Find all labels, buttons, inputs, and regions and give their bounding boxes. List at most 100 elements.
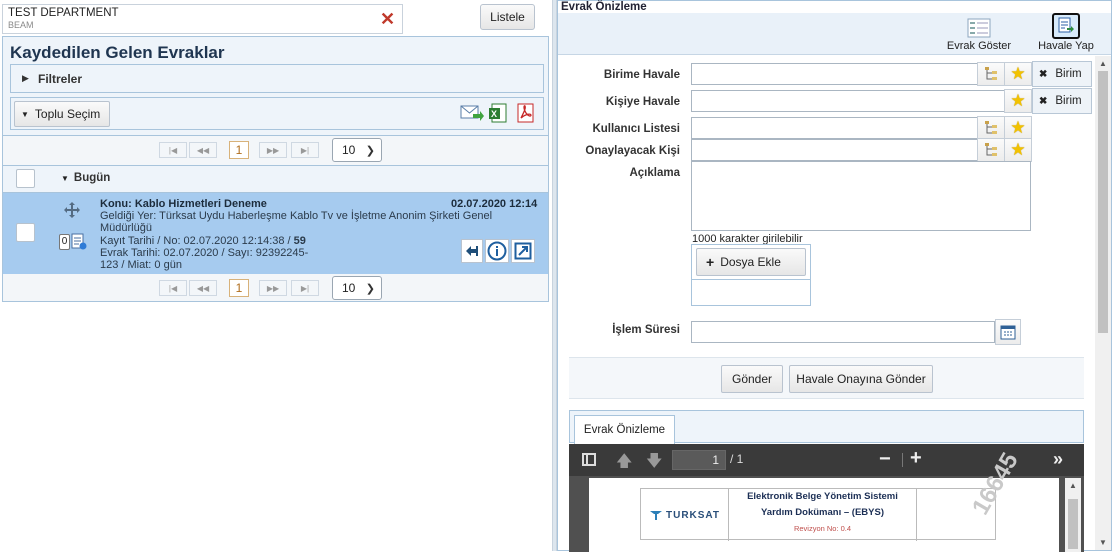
scroll-up-icon[interactable]: ▲ bbox=[1095, 59, 1111, 68]
forward-button[interactable]: Havale Yap bbox=[1033, 13, 1099, 55]
document-view-icon bbox=[967, 18, 991, 38]
list-button[interactable]: Listele bbox=[480, 4, 535, 30]
user-tree-button[interactable] bbox=[977, 116, 1005, 140]
user-list-label: Kullanıcı Listesi bbox=[592, 123, 680, 135]
approver-label: Onaylayacak Kişi bbox=[585, 145, 680, 157]
document-doc-number: 123 / Miat: 0 gün bbox=[100, 259, 182, 271]
open-external-button[interactable] bbox=[511, 239, 535, 263]
zoom-in-icon[interactable]: + bbox=[910, 447, 922, 470]
approver-input[interactable] bbox=[691, 139, 978, 161]
pdf-export-icon[interactable] bbox=[516, 102, 536, 124]
add-file-label: Dosya Ekle bbox=[720, 255, 781, 269]
brand-name: TURKSAT bbox=[665, 509, 721, 521]
sidebar-toggle-icon[interactable] bbox=[582, 453, 596, 466]
document-source: Geldiği Yer: Türksat Uydu Haberleşme Kab… bbox=[100, 210, 493, 234]
first-page-button[interactable]: |◀ bbox=[159, 280, 187, 296]
page-size-value: 10 bbox=[342, 143, 356, 157]
prev-page-button[interactable]: ◀◀ bbox=[189, 142, 217, 158]
forward-document-icon bbox=[1052, 13, 1080, 39]
clear-icon[interactable]: ✕ bbox=[380, 10, 395, 28]
last-page-button[interactable]: ▶| bbox=[291, 280, 319, 296]
svg-text:X: X bbox=[491, 109, 497, 119]
page-number-input[interactable]: 1 bbox=[672, 450, 726, 470]
more-tools-icon[interactable]: » bbox=[1053, 449, 1063, 470]
info-button[interactable] bbox=[485, 239, 509, 263]
star-icon: ★ bbox=[1010, 64, 1026, 83]
department-selector[interactable]: TEST DEPARTMENT BEAM ✕ bbox=[2, 4, 403, 34]
tree-icon bbox=[985, 143, 997, 156]
page-total: / 1 bbox=[730, 452, 744, 466]
pdf-viewer: 🡅 🡇 1 / 1 − + » TURKSAT Elektronik Belge… bbox=[569, 444, 1084, 552]
drag-handle-icon[interactable] bbox=[64, 202, 80, 218]
current-page[interactable]: 1 bbox=[229, 279, 249, 297]
tab-document-preview[interactable]: Evrak Önizleme bbox=[574, 415, 675, 444]
process-time-label: İşlem Süresi bbox=[612, 324, 680, 336]
row-checkbox[interactable] bbox=[16, 223, 35, 242]
user-favorite-button[interactable]: ★ bbox=[1004, 116, 1032, 140]
description-textarea[interactable] bbox=[691, 161, 1031, 231]
person-remove-button[interactable]: ✖ Birim bbox=[1032, 88, 1092, 114]
add-file-button[interactable]: + Dosya Ekle bbox=[696, 248, 806, 276]
scroll-thumb[interactable] bbox=[1098, 71, 1108, 333]
scroll-up-icon[interactable]: ▲ bbox=[1065, 481, 1081, 490]
pdf-scrollbar[interactable]: ▲ bbox=[1065, 478, 1081, 552]
page-size-select[interactable]: 10 ❯ bbox=[332, 276, 382, 300]
doc-title-cell: Elektronik Belge Yönetim Sistemi Yardım … bbox=[729, 489, 917, 541]
external-link-icon bbox=[514, 242, 532, 260]
email-export-icon[interactable] bbox=[460, 102, 484, 124]
bulk-select-button[interactable]: ▼ Toplu Seçim bbox=[14, 101, 110, 127]
brand-cell: TURKSAT bbox=[641, 489, 729, 541]
attachment-badge[interactable]: 0 bbox=[59, 233, 87, 251]
zoom-out-icon[interactable]: − bbox=[879, 448, 891, 471]
calendar-button[interactable] bbox=[995, 319, 1021, 345]
first-page-button[interactable]: |◀ bbox=[159, 142, 187, 158]
person-favorite-button[interactable]: ★ bbox=[1004, 89, 1032, 113]
excel-export-icon[interactable]: X bbox=[488, 102, 508, 124]
current-page[interactable]: 1 bbox=[229, 141, 249, 159]
approver-favorite-button[interactable]: ★ bbox=[1004, 138, 1032, 162]
doc-header-box: TURKSAT Elektronik Belge Yönetim Sistemi… bbox=[640, 488, 996, 541]
document-row[interactable]: 0 Konu: Kablo Hizmetleri Deneme 02.07.20… bbox=[2, 193, 549, 274]
send-bar: Gönder Havale Onayına Gönder bbox=[569, 357, 1084, 399]
group-toggle[interactable]: ▼ Bugün bbox=[61, 172, 110, 184]
unit-favorite-button[interactable]: ★ bbox=[1004, 62, 1032, 86]
send-button[interactable]: Gönder bbox=[721, 365, 783, 393]
next-page-icon[interactable]: 🡇 bbox=[646, 450, 662, 477]
pdf-page: TURKSAT Elektronik Belge Yönetim Sistemi… bbox=[589, 448, 1059, 552]
main-scrollbar[interactable]: ▲ ▼ bbox=[1095, 56, 1111, 550]
select-all-checkbox[interactable] bbox=[16, 169, 35, 188]
show-document-button[interactable]: Evrak Göster bbox=[944, 18, 1014, 54]
row-actions bbox=[461, 239, 535, 263]
user-list-input[interactable] bbox=[691, 117, 978, 139]
document-subject: Konu: Kablo Hizmetleri Deneme bbox=[100, 198, 267, 210]
person-forward-input[interactable] bbox=[691, 90, 1005, 112]
filters-label: Filtreler bbox=[38, 72, 83, 86]
unit-forward-label: Birime Havale bbox=[603, 69, 680, 81]
prev-page-button[interactable]: ◀◀ bbox=[189, 280, 217, 296]
scroll-down-icon[interactable]: ▼ bbox=[1095, 538, 1111, 547]
unit-forward-input[interactable] bbox=[691, 63, 978, 85]
process-time-input[interactable] bbox=[691, 321, 995, 343]
next-page-button[interactable]: ▶▶ bbox=[259, 142, 287, 158]
file-drop-area[interactable] bbox=[692, 279, 810, 280]
department-subunit: BEAM bbox=[8, 20, 34, 30]
attachment-count: 0 bbox=[59, 234, 70, 250]
last-page-button[interactable]: ▶| bbox=[291, 142, 319, 158]
next-page-button[interactable]: ▶▶ bbox=[259, 280, 287, 296]
arrow-left-icon bbox=[466, 246, 478, 256]
approver-tree-button[interactable] bbox=[977, 138, 1005, 162]
filters-toggle[interactable]: ▶ Filtreler bbox=[10, 64, 544, 93]
pager-bottom: |◀ ◀◀ 1 ▶▶ ▶| 10 ❯ bbox=[2, 274, 549, 302]
page-size-select[interactable]: 10 ❯ bbox=[332, 138, 382, 162]
forward-label: Havale Yap bbox=[1038, 40, 1094, 52]
scroll-thumb[interactable] bbox=[1068, 499, 1078, 549]
doc-title-line2: Yardım Dokümanı – (EBYS) bbox=[760, 507, 884, 518]
person-forward-label: Kişiye Havale bbox=[605, 96, 680, 108]
prev-page-icon[interactable]: 🡅 bbox=[616, 450, 632, 477]
unit-tree-button[interactable] bbox=[977, 62, 1005, 86]
star-icon: ★ bbox=[1010, 91, 1026, 110]
remove-icon: ✖ bbox=[1039, 95, 1048, 107]
send-approval-button[interactable]: Havale Onayına Gönder bbox=[789, 365, 933, 393]
unit-remove-button[interactable]: ✖ Birim bbox=[1032, 61, 1092, 87]
return-button[interactable] bbox=[461, 239, 483, 263]
